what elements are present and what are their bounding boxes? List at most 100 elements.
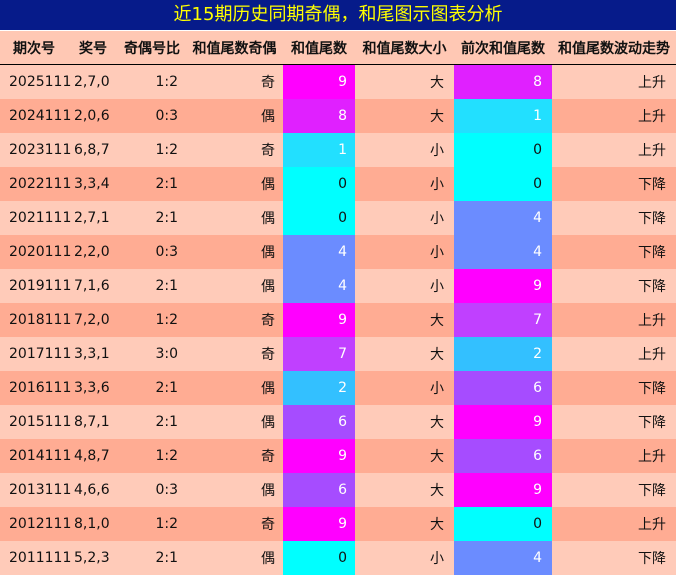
tail-cell: 0 [283, 167, 355, 201]
numbers-cell: 7,2,0 [68, 303, 118, 337]
history-table: 期次号 奖号 奇偶号比 和值尾数奇偶 和值尾数 和值尾数大小 前次和值尾数 和值… [0, 31, 676, 575]
header-trend: 和值尾数波动走势 [552, 31, 676, 65]
period-cell: 2012111 [0, 507, 71, 541]
size-cell: 大 [355, 303, 454, 337]
trend-cell: 下降 [552, 167, 676, 201]
trend-cell: 下降 [552, 269, 676, 303]
period-cell: 2023111 [0, 133, 71, 167]
tail-cell: 9 [283, 303, 355, 337]
odd-even-cell: 偶 [186, 269, 283, 303]
size-cell: 大 [355, 473, 454, 507]
ratio-cell: 0:3 [118, 235, 186, 269]
page: 近15期历史同期奇偶，和尾图示图表分析 期次号 奖号 奇偶号比 和值尾数奇偶 和… [0, 0, 676, 575]
tail-cell: 6 [283, 473, 355, 507]
period-cell: 2020111 [0, 235, 71, 269]
size-cell: 小 [355, 269, 454, 303]
table-row: 2023111 6,8,7 1:2 奇 1 小 0 上升 [0, 133, 676, 167]
ratio-cell: 3:0 [118, 337, 186, 371]
odd-even-cell: 偶 [186, 405, 283, 439]
trend-cell: 下降 [552, 473, 676, 507]
odd-even-cell: 偶 [186, 167, 283, 201]
table-row: 2017111 3,3,1 3:0 奇 7 大 2 上升 [0, 337, 676, 371]
numbers-cell: 3,3,1 [68, 337, 118, 371]
numbers-cell: 7,1,6 [68, 269, 118, 303]
tail-cell: 9 [283, 64, 355, 99]
tail-cell: 8 [283, 99, 355, 133]
odd-even-cell: 奇 [186, 337, 283, 371]
table-row: 2025111 2,7,0 1:2 奇 9 大 8 上升 [0, 64, 676, 99]
period-cell: 2016111 [0, 371, 71, 405]
header-ratio: 奇偶号比 [118, 31, 186, 65]
tail-cell: 2 [283, 371, 355, 405]
ratio-cell: 2:1 [118, 371, 186, 405]
numbers-cell: 3,3,6 [68, 371, 118, 405]
odd-even-cell: 奇 [186, 303, 283, 337]
table-row: 2014111 4,8,7 1:2 奇 9 大 6 上升 [0, 439, 676, 473]
odd-even-cell: 偶 [186, 541, 283, 575]
numbers-cell: 2,0,6 [68, 99, 118, 133]
numbers-cell: 2,7,0 [68, 64, 118, 99]
tail-cell: 9 [283, 439, 355, 473]
size-cell: 大 [355, 99, 454, 133]
trend-cell: 上升 [552, 439, 676, 473]
trend-cell: 下降 [552, 541, 676, 575]
period-cell: 2019111 [0, 269, 71, 303]
prev-tail-cell: 7 [454, 303, 552, 337]
numbers-cell: 2,7,1 [68, 201, 118, 235]
tail-cell: 1 [283, 133, 355, 167]
size-cell: 大 [355, 439, 454, 473]
tail-cell: 4 [283, 235, 355, 269]
header-period: 期次号 [0, 31, 68, 65]
ratio-cell: 0:3 [118, 99, 186, 133]
ratio-cell: 2:1 [118, 167, 186, 201]
odd-even-cell: 奇 [186, 64, 283, 99]
trend-cell: 上升 [552, 303, 676, 337]
odd-even-cell: 偶 [186, 235, 283, 269]
ratio-cell: 1:2 [118, 303, 186, 337]
header-odd-even: 和值尾数奇偶 [186, 31, 283, 65]
size-cell: 小 [355, 201, 454, 235]
prev-tail-cell: 2 [454, 337, 552, 371]
table-row: 2016111 3,3,6 2:1 偶 2 小 6 下降 [0, 371, 676, 405]
prev-tail-cell: 4 [454, 541, 552, 575]
odd-even-cell: 奇 [186, 133, 283, 167]
odd-even-cell: 奇 [186, 507, 283, 541]
odd-even-cell: 偶 [186, 473, 283, 507]
ratio-cell: 2:1 [118, 201, 186, 235]
prev-tail-cell: 9 [454, 405, 552, 439]
size-cell: 大 [355, 405, 454, 439]
numbers-cell: 6,8,7 [68, 133, 118, 167]
size-cell: 小 [355, 133, 454, 167]
trend-cell: 下降 [552, 201, 676, 235]
header-numbers: 奖号 [68, 31, 118, 65]
header-row: 期次号 奖号 奇偶号比 和值尾数奇偶 和值尾数 和值尾数大小 前次和值尾数 和值… [0, 31, 676, 65]
period-cell: 2014111 [0, 439, 71, 473]
prev-tail-cell: 0 [454, 507, 552, 541]
trend-cell: 上升 [552, 133, 676, 167]
header-size: 和值尾数大小 [355, 31, 454, 65]
period-cell: 2018111 [0, 303, 71, 337]
odd-even-cell: 偶 [186, 99, 283, 133]
prev-tail-cell: 4 [454, 201, 552, 235]
prev-tail-cell: 6 [454, 371, 552, 405]
table-row: 2015111 8,7,1 2:1 偶 6 大 9 下降 [0, 405, 676, 439]
numbers-cell: 4,8,7 [68, 439, 118, 473]
table-row: 2022111 3,3,4 2:1 偶 0 小 0 下降 [0, 167, 676, 201]
table-row: 2021111 2,7,1 2:1 偶 0 小 4 下降 [0, 201, 676, 235]
prev-tail-cell: 4 [454, 235, 552, 269]
numbers-cell: 4,6,6 [68, 473, 118, 507]
size-cell: 小 [355, 235, 454, 269]
period-cell: 2025111 [0, 64, 71, 99]
table-row: 2011111 5,2,3 2:1 偶 0 小 4 下降 [0, 541, 676, 575]
table-row: 2013111 4,6,6 0:3 偶 6 大 9 下降 [0, 473, 676, 507]
period-cell: 2015111 [0, 405, 71, 439]
ratio-cell: 0:3 [118, 473, 186, 507]
ratio-cell: 2:1 [118, 269, 186, 303]
ratio-cell: 1:2 [118, 64, 186, 99]
tail-cell: 0 [283, 201, 355, 235]
size-cell: 小 [355, 371, 454, 405]
ratio-cell: 2:1 [118, 405, 186, 439]
size-cell: 大 [355, 507, 454, 541]
numbers-cell: 8,1,0 [68, 507, 118, 541]
table-row: 2019111 7,1,6 2:1 偶 4 小 9 下降 [0, 269, 676, 303]
